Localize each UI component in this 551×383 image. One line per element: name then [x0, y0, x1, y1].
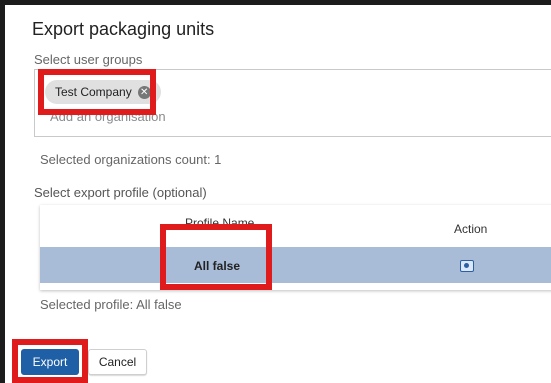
- table-row[interactable]: [40, 247, 551, 283]
- export-profile-label: Select export profile (optional): [34, 185, 207, 200]
- selected-profile-text: Selected profile: All false: [40, 297, 182, 312]
- highlight-box-profile: [160, 224, 272, 290]
- eye-icon[interactable]: [460, 260, 474, 272]
- user-groups-label: Select user groups: [34, 52, 143, 67]
- column-header-action: Action: [454, 222, 488, 236]
- cancel-button[interactable]: Cancel: [88, 349, 147, 375]
- window-frame-left: [0, 0, 5, 383]
- window-frame-top: [0, 0, 551, 5]
- highlight-box-export: [12, 339, 88, 383]
- highlight-box-chip: [38, 69, 156, 115]
- dialog-title: Export packaging units: [32, 19, 215, 39]
- selected-organizations-count: Selected organizations count: 1: [40, 152, 222, 167]
